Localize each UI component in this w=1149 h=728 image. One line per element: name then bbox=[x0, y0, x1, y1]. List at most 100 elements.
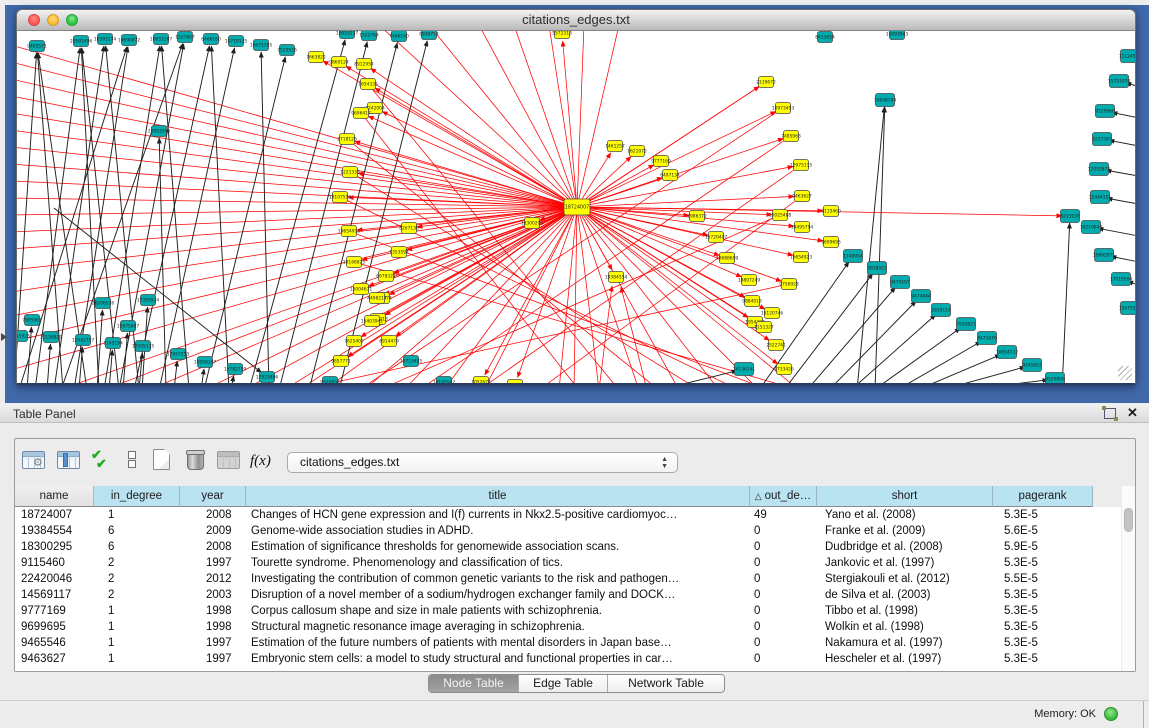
cell-title: Structural magnetic resonance image aver… bbox=[246, 619, 750, 635]
dropdown-arrows-icon: ▲▼ bbox=[661, 456, 668, 470]
node-label: 16120746 bbox=[761, 311, 784, 317]
checkmarks-icon: ✔ bbox=[96, 458, 107, 470]
table-row[interactable]: 2242004622012Investigating the contribut… bbox=[15, 571, 1121, 587]
cell-out_de: 0 bbox=[750, 555, 817, 571]
panel-collapse-arrow-icon[interactable] bbox=[1, 333, 7, 341]
node-label: 6497134 bbox=[660, 173, 680, 179]
cell-year: 2009 bbox=[180, 523, 246, 539]
column-header-out_de[interactable]: △out_de… bbox=[750, 486, 817, 507]
tab-node-table[interactable]: Node Table bbox=[429, 675, 519, 692]
table-row[interactable]: 1872400712008Changes of HCN gene express… bbox=[15, 507, 1121, 523]
cell-short: Jankovic et al. (1997) bbox=[817, 555, 993, 571]
cell-title: Changes of HCN gene expression and I(f) … bbox=[246, 507, 750, 523]
cell-short: Tibbo et al. (1998) bbox=[817, 603, 993, 619]
node-label: 19166825 bbox=[343, 260, 366, 266]
table-browser: ⚙ ✔✔ f(x) citations_edges.txt ▲▼ namein_de… bbox=[14, 438, 1136, 672]
node-label: 19384554 bbox=[605, 275, 628, 281]
cell-title: Tourette syndrome. Phenomenology and cla… bbox=[246, 555, 750, 571]
cell-in_degree: 2 bbox=[94, 587, 180, 603]
function-builder-button[interactable]: f(x) bbox=[249, 447, 275, 477]
cell-year: 1997 bbox=[180, 635, 246, 651]
table-row[interactable]: 1456911722003Disruption of a novel membe… bbox=[15, 587, 1121, 603]
node-label: 10654112 bbox=[996, 350, 1019, 356]
column-header-pagerank[interactable]: pagerank bbox=[993, 486, 1093, 507]
float-panel-icon[interactable] bbox=[1104, 408, 1116, 419]
minimize-button[interactable] bbox=[47, 14, 59, 26]
table-vertical-scrollbar[interactable] bbox=[1121, 486, 1135, 671]
table-row[interactable]: 946362711997Embryonic stem cells: a mode… bbox=[15, 651, 1121, 667]
column-header-title[interactable]: title bbox=[246, 486, 750, 507]
node-label: 1621072 bbox=[627, 149, 647, 155]
node-label: 15692971 bbox=[1093, 253, 1116, 259]
network-graph[interactable]: 9405571205914061839317410690872106533871… bbox=[17, 31, 1135, 384]
cell-year: 1997 bbox=[180, 555, 246, 571]
node-label: 10093943 bbox=[886, 32, 909, 38]
show-columns-button[interactable] bbox=[55, 447, 81, 477]
new-column-button[interactable] bbox=[149, 447, 175, 477]
column-header-short[interactable]: short bbox=[817, 486, 993, 507]
table-row[interactable]: 977716911998Corpus callosum shape and si… bbox=[15, 603, 1121, 619]
node-label: 9463627 bbox=[792, 194, 812, 200]
node-label: 9696417 bbox=[351, 111, 371, 117]
tab-network-table[interactable]: Network Table bbox=[608, 675, 724, 692]
cell-pagerank: 5.3E-5 bbox=[993, 507, 1093, 523]
node-label: 10653387 bbox=[150, 37, 173, 43]
cell-name: 14569117 bbox=[15, 587, 94, 603]
node-label: 7986372 bbox=[687, 214, 707, 220]
table-selector-dropdown[interactable]: citations_edges.txt ▲▼ bbox=[287, 452, 678, 473]
cell-title: Estimation of significance thresholds fo… bbox=[246, 539, 750, 555]
memory-ok-indicator[interactable] bbox=[1104, 707, 1118, 721]
node-label: 9857771 bbox=[331, 359, 351, 365]
cell-pagerank: 5.3E-5 bbox=[993, 587, 1093, 603]
column-header-year[interactable]: year bbox=[180, 486, 246, 507]
cell-short: Hescheler et al. (1997) bbox=[817, 651, 993, 667]
cell-year: 2003 bbox=[180, 587, 246, 603]
network-window[interactable]: citations_edges.txt 94055712059140618393… bbox=[16, 9, 1136, 385]
zoom-button[interactable] bbox=[66, 14, 78, 26]
cell-out_de: 0 bbox=[750, 539, 817, 555]
window-resize-grip[interactable] bbox=[1118, 366, 1132, 380]
node-label: 7625402 bbox=[344, 339, 364, 345]
window-titlebar[interactable]: citations_edges.txt bbox=[16, 9, 1136, 31]
close-button[interactable] bbox=[28, 14, 40, 26]
node-label: 10958107 bbox=[194, 360, 217, 366]
node-label: 9474444 bbox=[911, 294, 931, 300]
cell-in_degree: 1 bbox=[94, 635, 180, 651]
graph-node[interactable] bbox=[508, 380, 523, 385]
function-icon: f(x) bbox=[250, 453, 271, 470]
node-label: 14193542 bbox=[433, 380, 456, 384]
node-label: 7895961 bbox=[22, 318, 42, 324]
node-label: 8936714 bbox=[419, 32, 439, 38]
node-label: 10053237 bbox=[336, 31, 359, 37]
node-label: 9699695 bbox=[821, 240, 841, 246]
node-label: 11124547 bbox=[1119, 54, 1135, 60]
cell-out_de: 49 bbox=[750, 507, 817, 523]
delete-columns-button[interactable] bbox=[183, 447, 209, 477]
column-header-name[interactable]: name bbox=[15, 486, 94, 507]
table-row[interactable]: 946554611997Estimation of the future num… bbox=[15, 635, 1121, 651]
network-canvas[interactable]: 9405571205914061839317410690872106533871… bbox=[16, 31, 1136, 385]
node-label: 9777169 bbox=[651, 159, 671, 165]
table-row[interactable]: 1830029562008Estimation of significance … bbox=[15, 539, 1121, 555]
table-tabs: Node TableEdge TableNetwork Table bbox=[428, 674, 725, 693]
table-row[interactable]: 1938455462009Genome-wide association stu… bbox=[15, 523, 1121, 539]
table-mode-button[interactable]: ⚙ bbox=[20, 447, 46, 477]
select-all-button[interactable]: ✔✔ bbox=[90, 447, 116, 477]
node-label: 2718126 bbox=[337, 137, 357, 143]
table-row[interactable]: 911546021997Tourette syndrome. Phenomeno… bbox=[15, 555, 1121, 571]
table-row[interactable]: 969969511998Structural magnetic resonanc… bbox=[15, 619, 1121, 635]
unselect-all-button[interactable] bbox=[120, 447, 146, 477]
node-label: 8471676 bbox=[977, 336, 997, 342]
node-label: 6678321 bbox=[376, 274, 396, 280]
node-label: 15751074 bbox=[1108, 79, 1131, 85]
scrollbar-thumb[interactable] bbox=[1124, 508, 1133, 532]
cell-name: 9115460 bbox=[15, 555, 94, 571]
tab-edge-table[interactable]: Edge Table bbox=[519, 675, 608, 692]
close-panel-icon[interactable]: ✕ bbox=[1127, 405, 1138, 421]
table-panel-titlebar[interactable]: Table Panel ✕ bbox=[0, 404, 1149, 423]
column-header-in_degree[interactable]: in_degree bbox=[94, 486, 180, 507]
node-label: 2935114 bbox=[931, 308, 951, 314]
node-label: 9479197 bbox=[890, 280, 910, 286]
cell-out_de: 0 bbox=[750, 635, 817, 651]
node-label: 18724007 bbox=[565, 205, 589, 211]
